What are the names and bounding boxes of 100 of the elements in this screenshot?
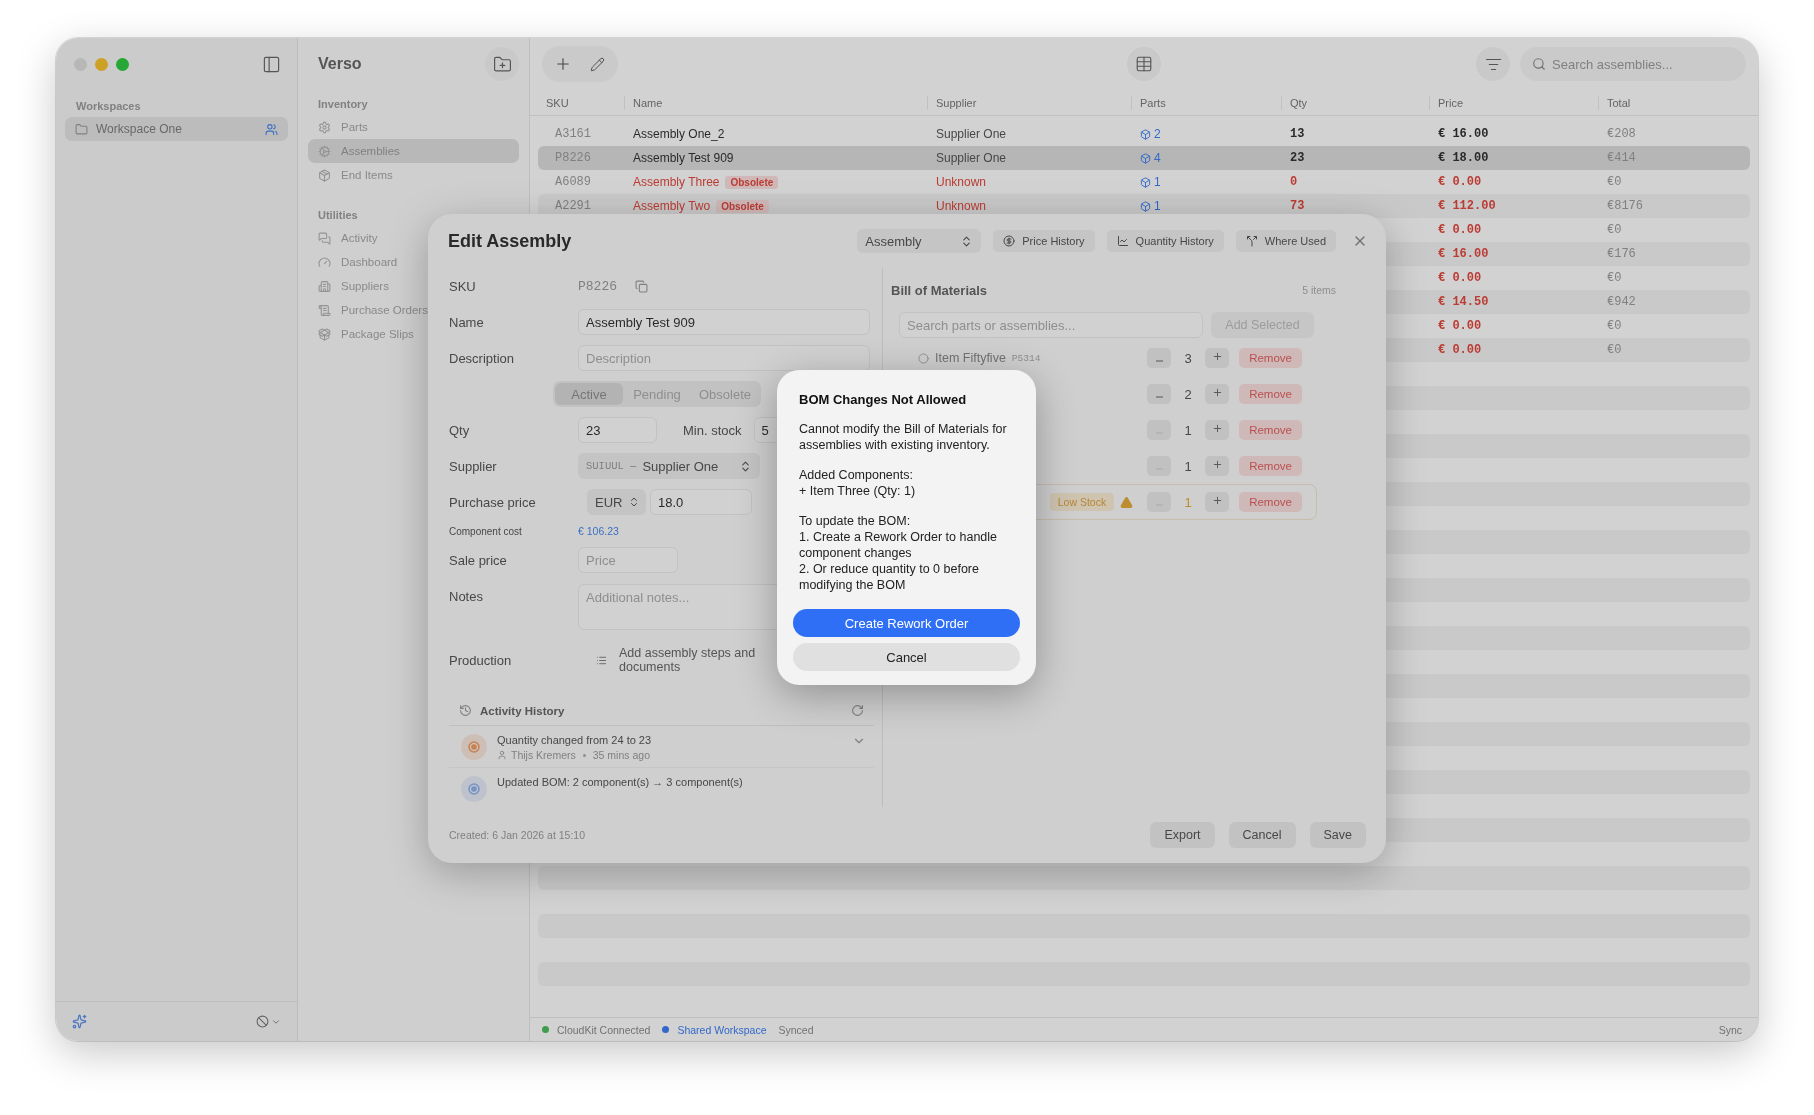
zoom-button[interactable] [116,57,129,71]
qty-field[interactable]: 23 [578,417,657,443]
remove-button[interactable]: Remove [1239,384,1302,404]
warning-icon [1120,495,1134,509]
column-header[interactable]: Qty [1281,95,1429,110]
nav-item[interactable]: End Items [308,163,519,187]
decrease-button[interactable] [1147,384,1172,404]
workspace-item[interactable]: Workspace One [65,117,288,141]
footer-button[interactable]: Save [1309,822,1366,848]
supplier-cell: Supplier One [936,151,1007,165]
status-option[interactable]: Active [555,383,623,405]
column-header[interactable]: Total [1598,95,1742,110]
item-sku: P5314 [1011,352,1041,364]
remove-button[interactable]: Remove [1239,420,1302,440]
refresh-icon[interactable] [851,704,864,717]
activity-entry[interactable]: Quantity changed from 24 to 23 Thijs Kremers 35 mins ago [449,726,874,768]
section-heading: Inventory [317,97,369,112]
search-field[interactable]: Search assemblies... [1520,47,1746,81]
section-title: Activity History [480,704,565,717]
table-view-button[interactable] [1127,47,1161,81]
footer-button[interactable]: Cancel [1228,822,1296,848]
created-date: Created: 6 Jan 2026 at 15:10 [449,829,586,841]
type-select[interactable]: Assembly [857,229,982,253]
history-button[interactable]: Where Used [1235,230,1336,252]
section-heading: Utilities [317,208,359,223]
history-button[interactable]: Price History [993,230,1095,252]
total-cell: €0 [1607,271,1622,285]
table-row[interactable]: A6089 Assembly Three Obsolete Unknown 1 0 € 0.00 €0 [538,170,1750,194]
increase-button[interactable] [1205,384,1230,404]
pencil-icon [589,56,605,72]
increase-button[interactable] [1205,348,1230,368]
column-header[interactable]: Supplier [927,95,1131,110]
qty-cell: 13 [1290,127,1305,141]
name-cell: Assembly Test 909 [633,151,734,165]
box-icon [318,168,331,182]
remove-button[interactable]: Remove [1239,492,1302,512]
increase-button[interactable] [1205,492,1230,512]
field-label: SKU [449,278,477,294]
sync-button[interactable]: Sync [1718,1023,1742,1036]
field-label: Production [449,652,513,668]
plus-icon [1211,459,1223,470]
text-field[interactable]: Description [578,345,870,371]
remove-button[interactable]: Remove [1239,348,1302,368]
supplier-cell: Unknown [936,199,987,213]
activity-entry[interactable]: Updated BOM: 2 component(s) → 3 component(s) [449,768,874,807]
history-button[interactable]: Quantity History [1106,230,1224,252]
price-field[interactable]: 18.0 [650,489,752,515]
column-header[interactable]: SKU [546,95,624,110]
table-row[interactable]: A3161 Assembly One_2 Supplier One 2 13 € 16.00 €208 [538,122,1750,146]
sparkles-icon[interactable] [72,1014,87,1029]
name-cell: Assembly Two [633,199,711,213]
new-folder-button[interactable] [485,47,519,81]
cancel-button[interactable]: Cancel [793,643,1020,671]
dialog-title: Edit Assembly [448,230,572,252]
people-icon [265,122,278,136]
price-cell: € 0.00 [1438,175,1482,189]
section-title: Bill of Materials [891,282,988,298]
minimize-button[interactable] [95,57,108,71]
total-cell: €0 [1607,319,1622,333]
plus-icon [1211,423,1223,434]
low-stock-badge: Low Stock [1049,493,1115,511]
nav-item[interactable]: Dashboard [308,250,519,274]
total-cell: €0 [1607,175,1622,189]
copy-icon[interactable] [635,279,648,293]
total-cell: €208 [1607,127,1636,141]
supplier-select[interactable]: SUIUUL — Supplier One [578,453,760,479]
price-field[interactable]: Price [578,547,678,573]
decrease-button[interactable] [1147,348,1172,368]
table-icon [1135,55,1153,73]
column-header[interactable]: Parts [1131,95,1281,110]
currency-select[interactable]: EUR [587,489,646,515]
add-steps-button[interactable]: Add assembly steps and documents [596,646,766,674]
status-menu-button[interactable] [256,1015,281,1028]
create-rework-order-button[interactable]: Create Rework Order [793,609,1020,637]
nav-item[interactable]: Parts [308,115,519,139]
text-field[interactable]: Assembly Test 909 [578,309,870,335]
total-cell: €0 [1607,223,1622,237]
status-text: CloudKit Connected [557,1023,651,1036]
section-heading: Workspaces [75,99,142,114]
total-cell: €8176 [1607,199,1643,213]
bom-search-field[interactable]: Search parts or assemblies... [899,312,1203,338]
increase-button[interactable] [1205,420,1230,440]
price-cell: € 0.00 [1438,343,1482,357]
name-cell: Assembly One_2 [633,127,725,141]
price-cell: € 16.00 [1438,127,1489,141]
column-header[interactable]: Price [1429,95,1598,110]
qty-cell: 73 [1290,199,1305,213]
increase-button[interactable] [1205,456,1230,476]
sku-cell: A6089 [555,175,591,189]
filter-button[interactable] [1476,47,1510,81]
item-qty: 3 [1183,350,1193,366]
column-header[interactable]: Name [624,95,927,110]
remove-button[interactable]: Remove [1239,456,1302,476]
chat-bubbles-icon [318,231,331,245]
item-count: 5 items [1302,284,1336,296]
cost-value: € 106.23 [578,525,619,537]
price-cell: € 14.50 [1438,295,1489,309]
footer-button[interactable]: Export [1150,822,1215,848]
sidebar-toggle-icon[interactable] [262,54,281,74]
obsolete-badge: Obsolete [716,199,769,213]
